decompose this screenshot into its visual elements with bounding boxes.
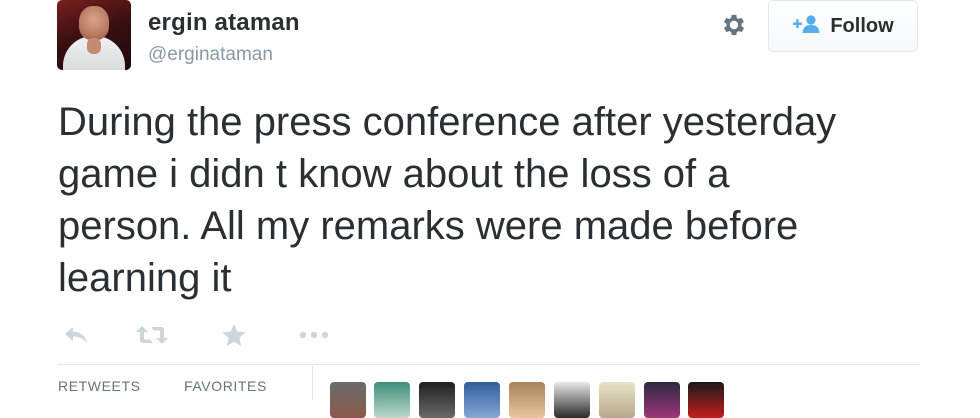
reply-icon[interactable] <box>58 318 94 352</box>
avatar-head <box>79 6 109 40</box>
user-handle[interactable]: @erginataman <box>148 44 273 66</box>
user-name[interactable]: ergin ataman <box>148 9 300 37</box>
favoriter-avatar[interactable] <box>464 382 500 418</box>
favoriter-avatar[interactable] <box>509 382 545 418</box>
favoriter-avatar[interactable] <box>688 382 724 418</box>
favorites-label[interactable]: FAVORITES <box>184 378 267 394</box>
follow-button[interactable]: Follow <box>768 0 918 52</box>
retweet-icon[interactable] <box>134 318 170 352</box>
favoriter-avatar[interactable] <box>419 382 455 418</box>
favorite-icon[interactable] <box>216 318 252 352</box>
favoriter-avatar[interactable] <box>374 382 410 418</box>
favoriter-avatar[interactable] <box>599 382 635 418</box>
gear-icon[interactable] <box>720 11 748 39</box>
stats-vertical-divider <box>312 366 313 400</box>
avatar[interactable] <box>57 0 131 70</box>
favoriter-avatar[interactable] <box>644 382 680 418</box>
favoriter-avatar[interactable] <box>554 382 590 418</box>
favoriter-avatar[interactable] <box>330 382 366 418</box>
avatar-hand <box>87 38 101 54</box>
retweets-label[interactable]: RETWEETS <box>58 378 141 394</box>
tweet-text: During the press conference after yester… <box>58 100 837 300</box>
more-icon[interactable] <box>296 318 332 352</box>
stats-divider <box>58 364 920 365</box>
add-user-icon <box>792 14 822 39</box>
follow-button-label: Follow <box>830 14 894 37</box>
